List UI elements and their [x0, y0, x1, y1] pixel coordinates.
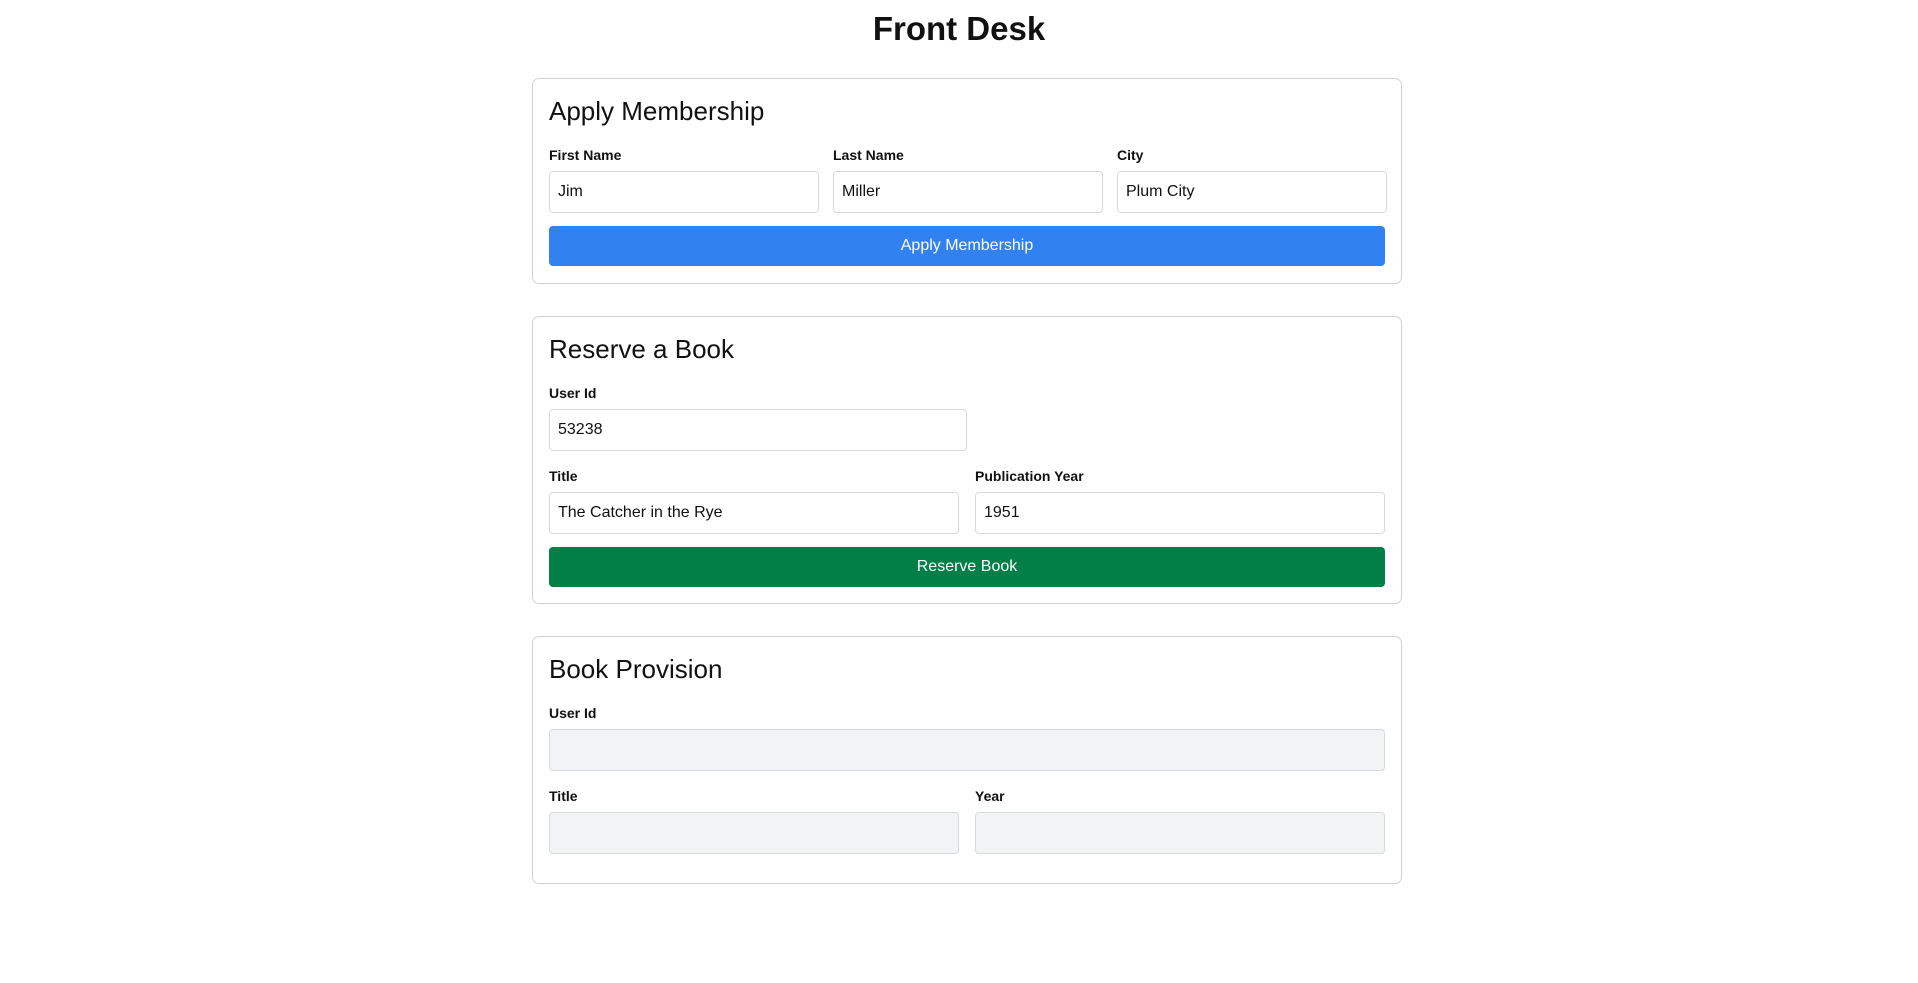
reserve-title-label: Title — [549, 468, 578, 484]
book-provision-card: Book Provision User Id Title Year — [532, 636, 1402, 884]
provision-year-field: Year — [975, 787, 1385, 854]
reserve-title-input[interactable] — [549, 492, 959, 534]
provision-year-label: Year — [975, 788, 1005, 804]
provision-title-input[interactable] — [549, 812, 959, 854]
apply-membership-heading: Apply Membership — [549, 96, 765, 126]
provision-title-label: Title — [549, 788, 578, 804]
book-provision-heading: Book Provision — [549, 654, 723, 684]
city-field: City — [1117, 146, 1387, 213]
reserve-book-button[interactable]: Reserve Book — [549, 547, 1385, 587]
last-name-field: Last Name — [833, 146, 1103, 213]
reserve-user-id-field: User Id — [549, 384, 967, 451]
provision-user-id-input[interactable] — [549, 729, 1385, 771]
reserve-title-field: Title — [549, 467, 959, 534]
reserve-book-heading: Reserve a Book — [549, 334, 734, 364]
provision-user-id-label: User Id — [549, 705, 597, 721]
first-name-label: First Name — [549, 147, 622, 163]
reserve-user-id-label: User Id — [549, 385, 597, 401]
front-desk-page: Front Desk Apply Membership First Name L… — [0, 0, 1918, 983]
publication-year-field: Publication Year — [975, 467, 1385, 534]
last-name-input[interactable] — [833, 171, 1103, 213]
apply-membership-card: Apply Membership First Name Last Name Ci… — [532, 78, 1402, 284]
apply-membership-button[interactable]: Apply Membership — [549, 226, 1385, 266]
publication-year-input[interactable] — [975, 492, 1385, 534]
city-input[interactable] — [1117, 171, 1387, 213]
first-name-input[interactable] — [549, 171, 819, 213]
provision-title-field: Title — [549, 787, 959, 854]
city-label: City — [1117, 147, 1144, 163]
last-name-label: Last Name — [833, 147, 904, 163]
first-name-field: First Name — [549, 146, 819, 213]
publication-year-label: Publication Year — [975, 468, 1084, 484]
provision-year-input[interactable] — [975, 812, 1385, 854]
reserve-user-id-input[interactable] — [549, 409, 967, 451]
reserve-book-card: Reserve a Book User Id Title Publication… — [532, 316, 1402, 604]
page-title: Front Desk — [872, 10, 1046, 47]
provision-user-id-field: User Id — [549, 704, 1385, 771]
